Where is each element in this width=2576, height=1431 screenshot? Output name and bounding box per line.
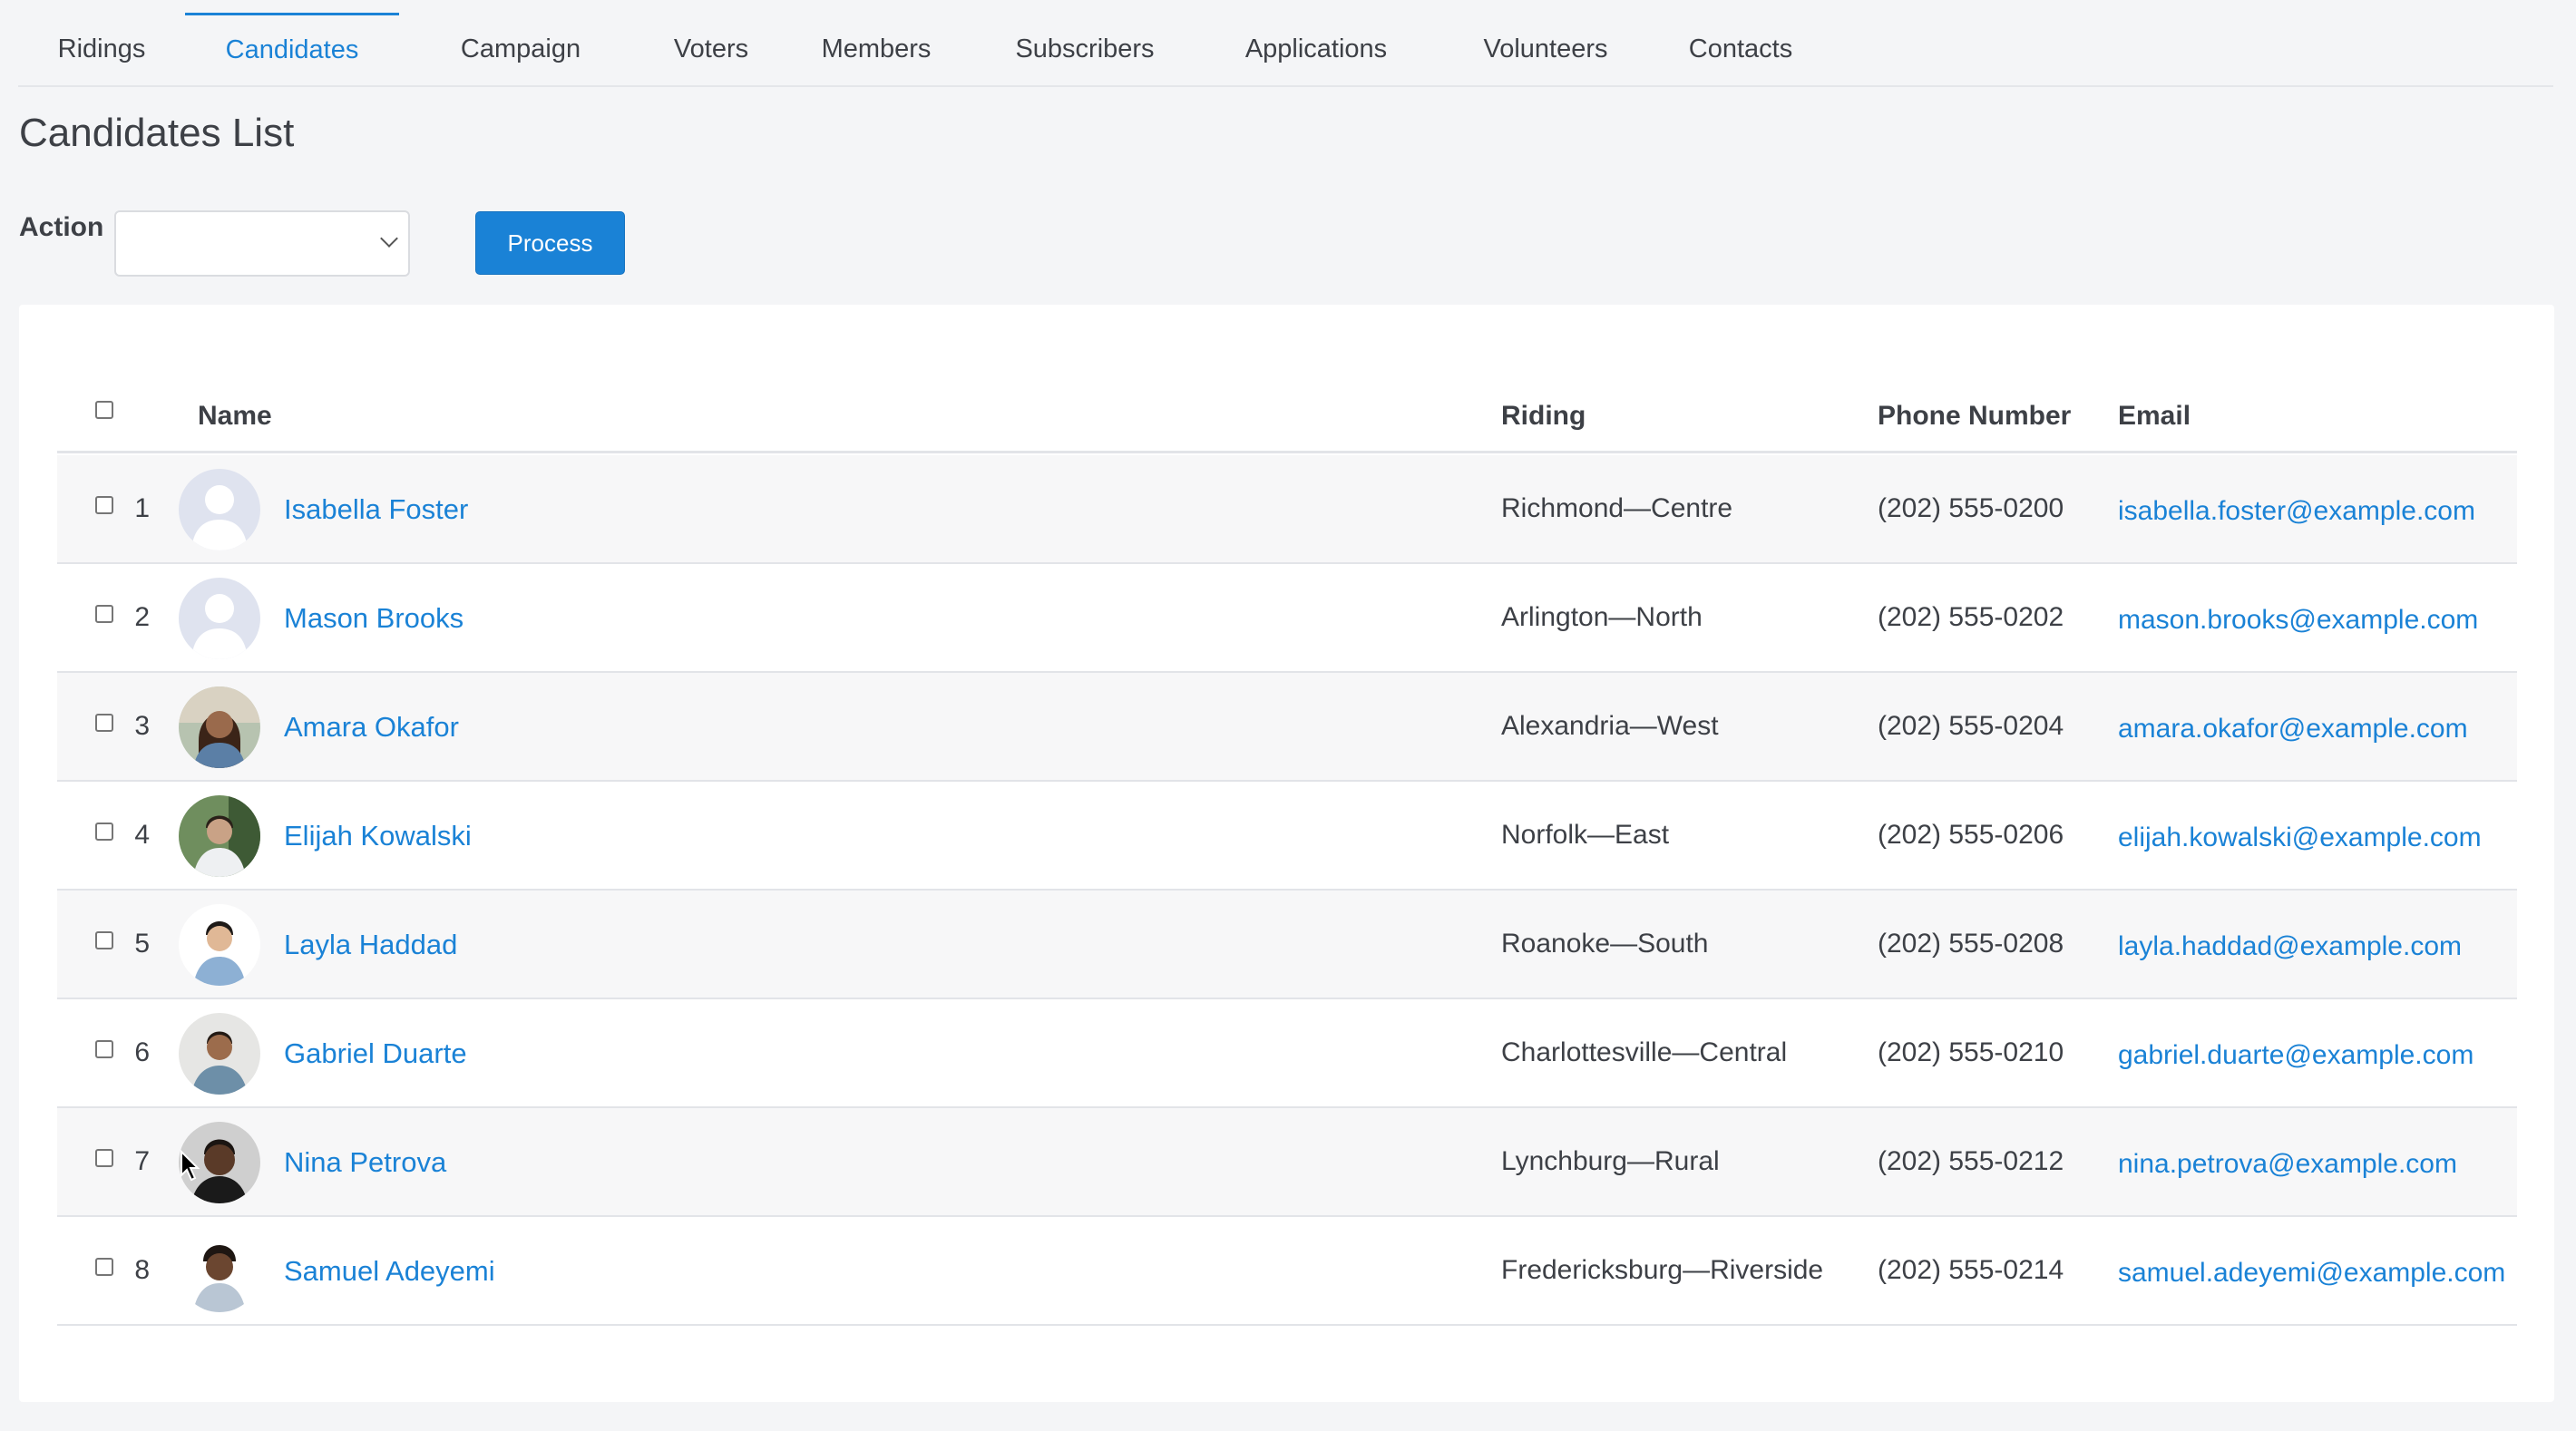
row-checkbox[interactable]: [95, 496, 113, 514]
column-header-name[interactable]: Name: [198, 401, 272, 432]
candidate-name-link[interactable]: Elijah Kowalski: [284, 820, 472, 852]
tab-volunteers[interactable]: Volunteers: [1435, 13, 1656, 85]
candidates-table-card: Name Riding Phone Number Email 1 Isabell…: [19, 305, 2554, 1402]
table-row[interactable]: 7 Nina Petrova Lynchburg—Rural (202) 555…: [57, 1108, 2517, 1217]
candidate-name-link[interactable]: Gabriel Duarte: [284, 1037, 467, 1070]
tab-members[interactable]: Members: [780, 13, 972, 85]
riding-cell: Alexandria—West: [1501, 711, 1719, 741]
table-row[interactable]: 4 Elijah Kowalski Norfolk—East (202) 555…: [57, 782, 2517, 891]
riding-cell: Lynchburg—Rural: [1501, 1146, 1720, 1176]
avatar-photo: [179, 795, 260, 877]
tab-campaign[interactable]: Campaign: [399, 13, 642, 85]
row-index: 5: [134, 929, 150, 959]
avatar-photo: [179, 1013, 260, 1095]
email-link[interactable]: isabella.foster@example.com: [2118, 496, 2475, 527]
table-row[interactable]: 3 Amara Okafor Alexandria—West (202) 555…: [57, 673, 2517, 782]
tab-applications[interactable]: Applications: [1197, 13, 1435, 85]
email-link[interactable]: nina.petrova@example.com: [2118, 1149, 2457, 1180]
row-index: 4: [134, 820, 150, 850]
row-checkbox[interactable]: [95, 714, 113, 732]
table-row[interactable]: 5 Layla Haddad Roanoke—South (202) 555-0…: [57, 891, 2517, 999]
avatar-photo: [179, 904, 260, 986]
row-index: 2: [134, 602, 150, 632]
email-link[interactable]: elijah.kowalski@example.com: [2118, 823, 2482, 853]
tab-subscribers[interactable]: Subscribers: [972, 13, 1197, 85]
table-row[interactable]: 8 Samuel Adeyemi Fredericksburg—Riversid…: [57, 1217, 2517, 1326]
avatar-photo: [179, 686, 260, 768]
candidate-name-link[interactable]: Samuel Adeyemi: [284, 1255, 495, 1288]
table-row[interactable]: 6 Gabriel Duarte Charlottesville—Central…: [57, 999, 2517, 1108]
email-link[interactable]: mason.brooks@example.com: [2118, 605, 2478, 636]
riding-cell: Charlottesville—Central: [1501, 1037, 1788, 1067]
action-label: Action: [19, 212, 104, 242]
candidate-name-link[interactable]: Layla Haddad: [284, 929, 457, 961]
phone-cell: (202) 555-0202: [1878, 602, 2064, 632]
riding-cell: Richmond—Centre: [1501, 493, 1733, 523]
table-row[interactable]: 2 Mason Brooks Arlington—North (202) 555…: [57, 564, 2517, 673]
column-header-riding[interactable]: Riding: [1501, 401, 1586, 432]
main-tabs: Ridings Candidates Campaign Voters Membe…: [18, 13, 2553, 87]
riding-cell: Arlington—North: [1501, 602, 1703, 632]
chevron-down-icon: [380, 229, 398, 248]
phone-cell: (202) 555-0212: [1878, 1146, 2064, 1176]
mouse-cursor-icon: [181, 1150, 200, 1182]
tab-candidates[interactable]: Candidates: [185, 13, 399, 85]
phone-cell: (202) 555-0208: [1878, 929, 2064, 959]
column-header-phone[interactable]: Phone Number: [1878, 401, 2071, 432]
tab-contacts[interactable]: Contacts: [1656, 13, 1825, 85]
riding-cell: Fredericksburg—Riverside: [1501, 1255, 1824, 1285]
table-header: Name Riding Phone Number Email: [57, 392, 2517, 453]
candidate-name-link[interactable]: Isabella Foster: [284, 493, 468, 526]
row-checkbox[interactable]: [95, 931, 113, 949]
email-link[interactable]: samuel.adeyemi@example.com: [2118, 1258, 2505, 1289]
phone-cell: (202) 555-0204: [1878, 711, 2064, 741]
phone-cell: (202) 555-0206: [1878, 820, 2064, 850]
email-link[interactable]: gabriel.duarte@example.com: [2118, 1040, 2474, 1071]
process-button[interactable]: Process: [475, 211, 625, 275]
email-link[interactable]: amara.okafor@example.com: [2118, 714, 2468, 745]
table-row[interactable]: 1 Isabella Foster Richmond—Centre (202) …: [57, 455, 2517, 564]
row-index: 8: [134, 1255, 150, 1285]
row-checkbox[interactable]: [95, 605, 113, 623]
row-checkbox[interactable]: [95, 823, 113, 841]
column-header-email[interactable]: Email: [2118, 401, 2191, 432]
select-all-checkbox[interactable]: [95, 401, 113, 419]
avatar-placeholder-icon: [179, 469, 260, 550]
candidate-name-link[interactable]: Mason Brooks: [284, 602, 463, 635]
candidate-name-link[interactable]: Amara Okafor: [284, 711, 459, 744]
candidate-name-link[interactable]: Nina Petrova: [284, 1146, 446, 1179]
action-select[interactable]: [114, 210, 410, 277]
email-link[interactable]: layla.haddad@example.com: [2118, 931, 2462, 962]
avatar-placeholder-icon: [179, 578, 260, 659]
phone-cell: (202) 555-0200: [1878, 493, 2064, 523]
tab-voters[interactable]: Voters: [642, 13, 780, 85]
row-checkbox[interactable]: [95, 1258, 113, 1276]
riding-cell: Roanoke—South: [1501, 929, 1709, 959]
tab-ridings[interactable]: Ridings: [18, 13, 185, 85]
row-index: 7: [134, 1146, 150, 1176]
riding-cell: Norfolk—East: [1501, 820, 1670, 850]
row-index: 3: [134, 711, 150, 741]
page-title: Candidates List: [19, 111, 295, 155]
row-index: 1: [134, 493, 150, 523]
phone-cell: (202) 555-0210: [1878, 1037, 2064, 1067]
avatar-photo: [179, 1231, 260, 1312]
row-checkbox[interactable]: [95, 1149, 113, 1167]
row-checkbox[interactable]: [95, 1040, 113, 1058]
row-index: 6: [134, 1037, 150, 1067]
phone-cell: (202) 555-0214: [1878, 1255, 2064, 1285]
